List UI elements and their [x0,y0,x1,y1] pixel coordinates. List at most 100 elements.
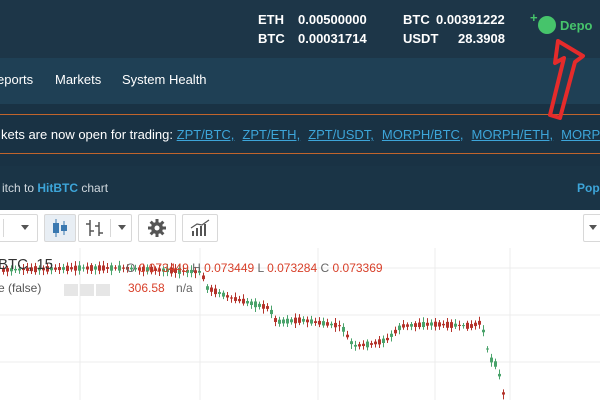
candle-body [418,322,421,328]
close-icon [96,284,110,296]
market-link-zpt-usdt[interactable]: ZPT/USDT, [308,127,374,142]
candle-body [290,319,293,323]
market-link-morph-eth[interactable]: MORPH/ETH, [472,127,554,142]
candle-body [266,306,269,309]
indicator-controls[interactable] [64,283,124,297]
candle-body [62,267,65,270]
candle-body [482,329,485,333]
candle-body [58,267,61,271]
settings-button[interactable] [138,214,176,242]
indicator-na: n/a [176,281,193,295]
candle-body [106,267,109,269]
candle-body [358,344,361,347]
candle-body [214,288,217,295]
candle-body [294,317,297,324]
candle-body [222,292,225,297]
candle-body [262,304,265,309]
o-label: O [126,261,136,275]
c-value: 0.073369 [332,261,383,275]
candle-body [110,265,113,271]
balance-currency: USDT [403,31,439,46]
chevron-down-icon [21,225,29,230]
indicators-button[interactable] [182,214,218,242]
candle-body [398,325,401,331]
h-label: H [192,261,201,275]
chart-type-dropdown[interactable] [78,214,132,242]
nav-item-reports[interactable]: eports [0,72,33,87]
popup-link[interactable]: Pop [577,181,600,195]
candle-body [202,275,205,280]
candle-body [70,267,73,270]
candle-body [382,338,385,343]
candle-body [258,303,261,307]
market-link-zpt-btc[interactable]: ZPT/BTC, [177,127,235,142]
hitbtc-link[interactable]: HitBTC [37,181,78,195]
indicator-values: 306.58 n/a [128,281,193,295]
indicator-legend: e (false) [0,281,41,295]
candle-body [206,286,209,290]
candle-body [342,326,345,332]
candle-body [326,322,329,326]
candle-body [410,324,413,327]
candle-body [394,329,397,334]
nav-item-system-health[interactable]: System Health [122,72,207,87]
candle-body [438,322,441,327]
candle-body [362,343,365,347]
market-link-morph-usdt[interactable]: MORPH/U [561,127,600,142]
candle-body [226,295,229,298]
candle-body [498,373,501,377]
candle-body [462,325,465,327]
chevron-down-icon [118,225,126,230]
settings-icon [80,284,94,296]
market-link-morph-btc[interactable]: MORPH/BTC, [382,127,464,142]
candle-body [210,287,213,292]
candle-body [90,265,93,271]
balance-amount: 0.00391222 [436,12,505,27]
candle-body [102,265,105,271]
announcement-area: kets are now open for trading: ZPT/BTC, Z… [0,104,600,166]
candle-body [310,319,313,324]
deposit-button[interactable]: Depo [530,10,593,34]
balance-currency: BTC [403,12,430,27]
candle-body [350,341,353,345]
balances-bar: ETH 0.00500000 BTC 0.00391222 BTC 0.0003… [0,0,600,58]
indicator-name: e (false) [0,281,42,295]
candle-body [466,322,469,329]
candle-body [390,333,393,337]
nav-item-markets[interactable]: Markets [55,72,101,87]
interval-dropdown[interactable] [0,214,38,242]
l-value: 0.073284 [267,261,318,275]
candle-body [270,309,273,315]
candle-body [354,344,357,347]
balance-currency: BTC [258,31,285,46]
candle-body [446,321,449,328]
candle-body [78,265,81,271]
candles-layer [2,260,505,400]
candle-body [378,339,381,345]
price-chart[interactable]: BTC, 15 O 0.073449 H 0.073449 L 0.073284… [0,248,600,400]
h-value: 0.073449 [204,261,255,275]
candle-body [314,321,317,323]
candles-button[interactable] [44,214,76,242]
candle-body [118,265,121,271]
candle-body [454,323,457,327]
candle-body [370,343,373,345]
candle-body [54,267,57,270]
candle-body [94,266,97,270]
candle-body [442,323,445,326]
candle-body [426,322,429,326]
candle-body [302,318,305,322]
balance-currency: ETH [258,12,284,27]
candle-body [502,392,505,395]
main-nav: eports Markets System Health [0,58,600,104]
candle-body [278,319,281,324]
candle-body [298,317,301,323]
candle-body [494,361,497,367]
switch-prefix: itch to [2,181,38,195]
candle-body [66,265,69,271]
more-dropdown[interactable] [583,214,600,242]
candle-body [122,267,125,269]
market-link-zpt-eth[interactable]: ZPT/ETH, [242,127,300,142]
candle-body [246,301,249,304]
chart-symbol: BTC, 15 [0,256,54,273]
